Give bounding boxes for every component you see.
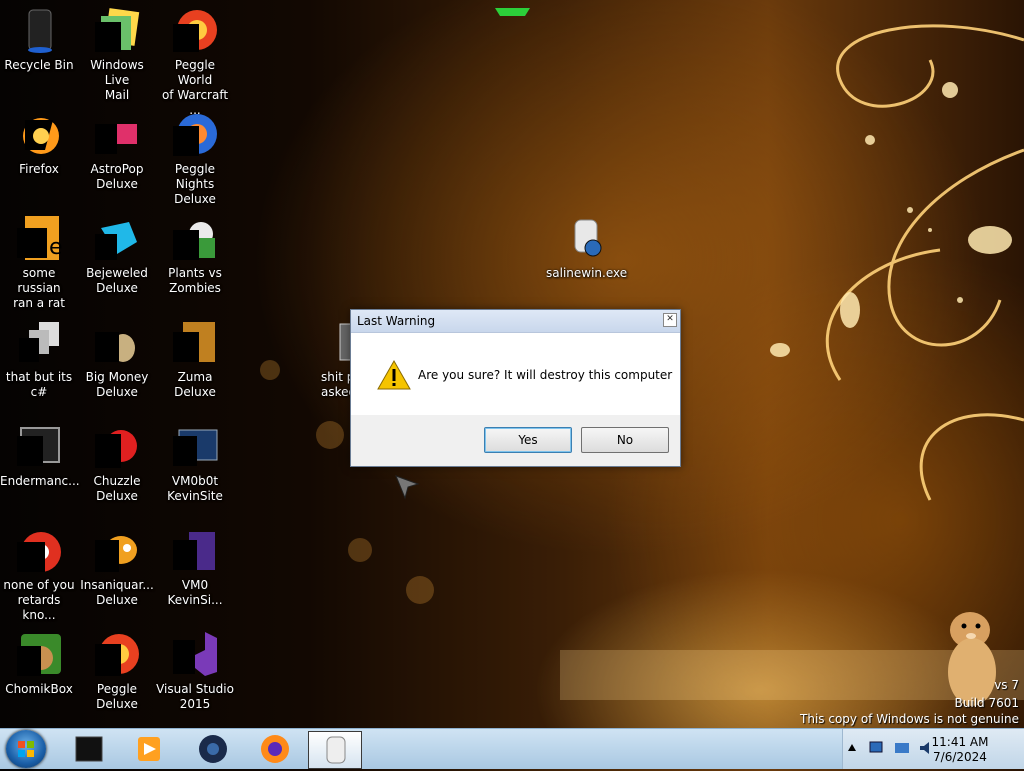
peggle-deluxe-icon <box>93 630 141 678</box>
desktop-icon-vm0-kevinsite[interactable]: VM0 KevinSi... <box>156 520 234 620</box>
peggle-nights-icon <box>171 110 219 158</box>
dialog-body: Are you sure? It will destroy this compu… <box>351 333 680 415</box>
desktop-icon-insaniquarium[interactable]: Insaniquar... Deluxe <box>78 520 156 620</box>
taskbar-cmd[interactable] <box>62 731 114 767</box>
firefox-icon <box>15 110 63 158</box>
bejeweled-icon <box>93 214 141 262</box>
desktop-icon-endermanch[interactable]: Endermanc... <box>0 416 80 516</box>
desktop-icon-plants-vs-zombies[interactable]: Plants vs Zombies <box>156 208 234 308</box>
desktop-icon-visual-studio[interactable]: Visual Studio 2015 <box>156 624 234 724</box>
desktop-icon-peggle-wow[interactable]: Peggle World of Warcraft ... <box>156 0 234 117</box>
desktop-icon-recycle-bin[interactable]: Recycle Bin <box>0 0 78 100</box>
clock-date: 7/6/2024 <box>933 750 987 764</box>
taskbar-media-player[interactable] <box>122 731 174 767</box>
cmd-icon <box>75 736 103 762</box>
warning-icon <box>377 360 411 390</box>
firefox-icon <box>261 735 289 763</box>
monitor-icon <box>15 422 63 470</box>
peggle-icon <box>171 6 219 54</box>
dialog-title-bar[interactable]: Last Warning ✕ <box>351 310 680 333</box>
yes-button[interactable]: Yes <box>484 427 572 453</box>
visual-studio-icon <box>171 630 219 678</box>
desktop-icon-salinewin[interactable]: salinewin.exe <box>546 208 627 308</box>
taskbar-firefox[interactable] <box>248 731 300 767</box>
desktop-icon-none-of-you[interactable]: none of you retards kno... <box>0 520 78 622</box>
insaniquarium-icon <box>93 526 141 574</box>
watermark-genuine-notice: This copy of Windows is not genuine <box>800 712 1019 726</box>
dialog-message: Are you sure? It will destroy this compu… <box>418 368 673 382</box>
desktop-icon-vm0b0t[interactable]: VM0b0t KevinSite <box>156 416 234 516</box>
desktop-icon-russian-rat[interactable]: e some russian ran a rat <box>0 208 78 310</box>
show-hidden-icons-icon[interactable] <box>847 743 857 753</box>
start-button[interactable] <box>6 730 46 768</box>
desktop-icon-chuzzle[interactable]: Chuzzle Deluxe <box>78 416 156 516</box>
display-icon[interactable] <box>893 739 911 757</box>
cursor-icon <box>395 475 420 500</box>
astropop-icon <box>93 110 141 158</box>
desktop-icon-zuma[interactable]: Zuma Deluxe <box>156 312 234 412</box>
desktop-icon-astropop[interactable]: AstroPop Deluxe <box>78 104 156 204</box>
close-icon[interactable]: ✕ <box>663 313 677 327</box>
zuma-icon <box>171 318 219 366</box>
dialog-title: Last Warning <box>357 314 436 328</box>
shortcut-icon <box>15 318 63 366</box>
desktop-icon-big-money[interactable]: Big Money Deluxe <box>78 312 156 412</box>
clock-time: 11:41 AM <box>931 735 989 749</box>
big-money-icon <box>93 318 141 366</box>
network-icon[interactable] <box>867 739 885 757</box>
mail-icon <box>93 6 141 54</box>
warning-dialog: Last Warning ✕ Are you sure? It will des… <box>350 309 681 467</box>
no-button[interactable]: No <box>581 427 669 453</box>
vm-icon <box>171 422 219 470</box>
taskbar: 11:41 AM 7/6/2024 <box>0 728 1024 769</box>
svg-text:e: e <box>49 235 63 260</box>
clock[interactable]: 11:41 AM 7/6/2024 <box>915 735 1005 765</box>
file-icon: e <box>15 214 63 262</box>
desktop-icon-grid: Recycle Bin Firefox e some russian ran a… <box>0 0 240 728</box>
plants-vs-zombies-icon <box>171 214 219 262</box>
desktop-icon-bejeweled[interactable]: Bejeweled Deluxe <box>78 208 156 308</box>
desktop-icon-peggle-nights[interactable]: Peggle Nights Deluxe <box>156 104 234 206</box>
steam-icon <box>199 735 227 763</box>
desktop-icon-chomikbox[interactable]: ChomikBox <box>0 624 78 724</box>
windows-logo-icon <box>18 741 34 757</box>
hamster-icon <box>948 612 996 706</box>
wallpaper-green-mark <box>495 8 530 16</box>
taskbar-salinewin[interactable] <box>308 731 362 769</box>
desktop-icon-that-but-csharp[interactable]: that but its c# <box>0 312 78 412</box>
taskbar-steam[interactable] <box>186 731 238 767</box>
media-player-icon <box>138 737 160 761</box>
recycle-bin-icon <box>15 6 63 54</box>
vm-file-icon <box>171 526 219 574</box>
desktop-icon-peggle-deluxe[interactable]: Peggle Deluxe <box>78 624 156 724</box>
chrome-icon <box>15 526 63 574</box>
desktop-icon-windows-live-mail[interactable]: Windows Live Mail <box>78 0 156 102</box>
watermark-line1: vs 7 <box>994 678 1019 692</box>
executable-icon <box>561 214 609 262</box>
salinewin-icon <box>326 736 346 764</box>
desktop-icon-firefox[interactable]: Firefox <box>0 104 78 204</box>
watermark-line2: Build 7601 <box>954 696 1019 710</box>
chuzzle-icon <box>93 422 141 470</box>
chomikbox-icon <box>15 630 63 678</box>
